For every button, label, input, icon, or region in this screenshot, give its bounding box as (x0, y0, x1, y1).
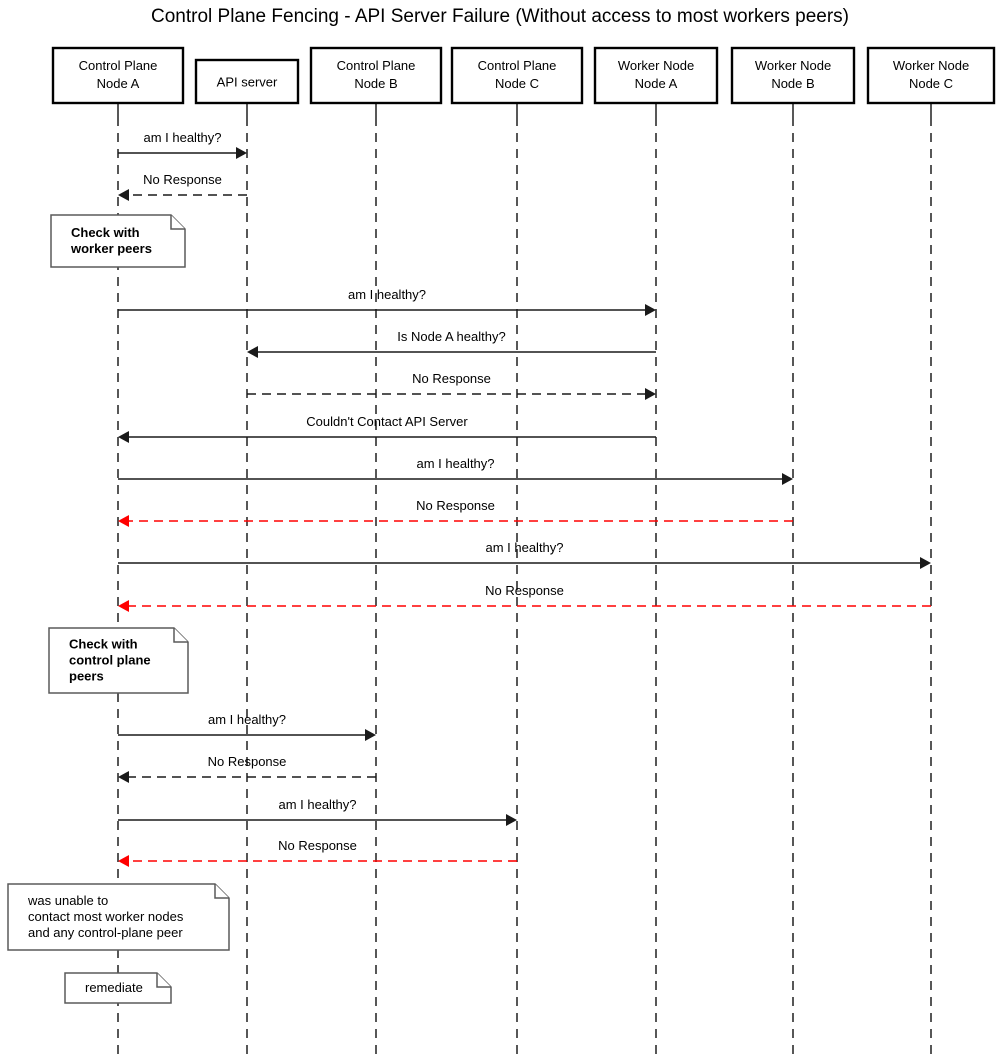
participant-wnA[interactable]: Worker Node Node A (593, 46, 719, 105)
message-label: am I healthy? (208, 712, 286, 727)
note-remediate: remediate (64, 972, 172, 1004)
participant-label: Node C (909, 76, 953, 91)
participant-label: Node B (354, 76, 397, 91)
note-text-line: worker peers (70, 241, 152, 256)
message-8: am I healthy? (118, 540, 931, 569)
arrow-head-icon (506, 814, 517, 826)
participant-label: Worker Node (755, 58, 831, 73)
note-text-line: was unable to (27, 893, 108, 908)
message-label: No Response (416, 498, 495, 513)
message-6: am I healthy? (118, 456, 793, 485)
message-label: Couldn't Contact API Server (306, 414, 468, 429)
arrow-head-icon (247, 346, 258, 358)
arrow-head-icon (920, 557, 931, 569)
arrow-head-icon (118, 771, 129, 783)
arrow-head-icon (645, 388, 656, 400)
participant-cpC[interactable]: Control Plane Node C (450, 46, 584, 105)
message-3: Is Node A healthy? (247, 329, 656, 358)
lifelines-layer (117, 103, 932, 1059)
arrow-head-icon (118, 189, 129, 201)
note-text-line: Check with (71, 225, 140, 240)
arrow-head-icon (118, 515, 129, 527)
message-label: am I healthy? (348, 287, 426, 302)
message-label: No Response (278, 838, 357, 853)
message-7: No Response (118, 498, 793, 527)
message-label: No Response (412, 371, 491, 386)
participant-api[interactable]: API server (194, 58, 300, 105)
diagram-canvas: Control Plane Fencing - API Server Failu… (7, 6, 996, 1059)
note-check-control-plane-peers: Check withcontrol planepeers (48, 627, 189, 694)
participant-label: Control Plane (337, 58, 416, 73)
arrow-head-icon (118, 855, 129, 867)
participant-label: API server (217, 75, 278, 90)
arrow-head-icon (365, 729, 376, 741)
participant-label: Control Plane (478, 58, 557, 73)
arrow-head-icon (782, 473, 793, 485)
note-fold-icon (170, 215, 185, 230)
message-1: No Response (118, 172, 247, 201)
page-title: Control Plane Fencing - API Server Failu… (151, 6, 849, 27)
message-label: No Response (208, 754, 287, 769)
message-label: am I healthy? (416, 456, 494, 471)
note-text-line: contact most worker nodes (28, 909, 184, 924)
message-label: am I healthy? (485, 540, 563, 555)
message-label: No Response (485, 583, 564, 598)
message-label: am I healthy? (143, 130, 221, 145)
participant-wnB[interactable]: Worker Node Node B (730, 46, 856, 105)
participant-label: Node A (97, 76, 140, 91)
note-text-line: and any control-plane peer (28, 925, 183, 940)
participant-label: Worker Node (893, 58, 969, 73)
participant-label: Control Plane (79, 58, 158, 73)
message-13: No Response (118, 838, 517, 867)
note-text-line: Check with (69, 637, 138, 652)
arrow-head-icon (118, 600, 129, 612)
arrow-head-icon (236, 147, 247, 159)
message-2: am I healthy? (118, 287, 656, 316)
message-12: am I healthy? (118, 797, 517, 826)
message-4: No Response (247, 371, 656, 400)
participant-label: Node C (495, 76, 539, 91)
message-0: am I healthy? (118, 130, 247, 159)
message-5: Couldn't Contact API Server (118, 414, 656, 443)
message-label: Is Node A healthy? (397, 329, 505, 344)
participant-label: Node A (635, 76, 678, 91)
sequence-diagram: Control Plane Fencing - API Server Failu… (0, 0, 1000, 1059)
arrow-head-icon (645, 304, 656, 316)
messages-layer: am I healthy? No Response am I healthy? Is … (118, 130, 931, 867)
arrow-head-icon (118, 431, 129, 443)
participant-cpB[interactable]: Control Plane Node B (309, 46, 443, 105)
participants-layer: Control Plane Node A API server Control Pla… (51, 46, 996, 105)
message-10: am I healthy? (118, 712, 376, 741)
message-9: No Response (118, 583, 931, 612)
participant-label: Node B (771, 76, 814, 91)
message-label: No Response (143, 172, 222, 187)
message-label: am I healthy? (278, 797, 356, 812)
participant-wnC[interactable]: Worker Node Node C (866, 46, 996, 105)
participant-label: Worker Node (618, 58, 694, 73)
note-text-line: control plane (69, 653, 151, 668)
note-check-worker-peers: Check withworker peers (50, 214, 186, 268)
note-text-line: remediate (85, 980, 143, 995)
note-unable-to-contact: was unable tocontact most worker nodesan… (7, 883, 230, 951)
participant-cpA[interactable]: Control Plane Node A (51, 46, 185, 105)
note-text-line: peers (69, 669, 104, 684)
